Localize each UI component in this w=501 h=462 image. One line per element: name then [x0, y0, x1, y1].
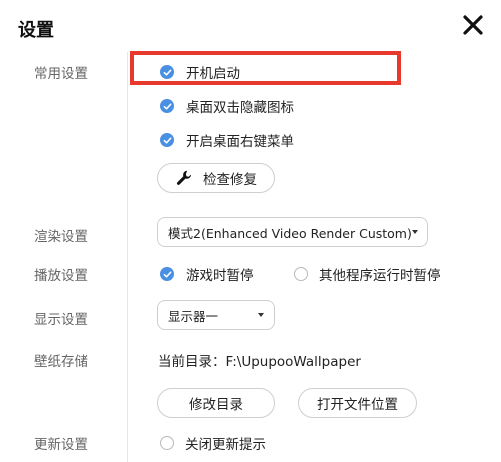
game-pause-label: 游戏时暂停 [186, 268, 254, 284]
change-dir-label: 修改目录 [189, 397, 243, 413]
game-pause-checkbox[interactable]: 游戏时暂停 [160, 264, 254, 284]
other-pause-checkbox[interactable]: 其他程序运行时暂停 [294, 264, 441, 284]
check-icon [160, 267, 174, 281]
chevron-down-icon [411, 230, 418, 234]
unchecked-circle-icon [160, 436, 174, 450]
repair-button[interactable]: 检查修复 [157, 163, 275, 193]
close-update-tips-checkbox[interactable]: 关闭更新提示 [160, 433, 266, 453]
current-dir-value: F:\UpupooWallpaper [225, 354, 361, 370]
render-mode-select[interactable]: 模式2(Enhanced Video Render Custom) [157, 217, 428, 247]
check-icon [160, 99, 174, 113]
window-title: 设置 [18, 20, 54, 41]
check-icon [160, 133, 174, 147]
close-x-icon [463, 15, 483, 35]
section-label-render: 渲染设置 [34, 229, 88, 245]
change-dir-button[interactable]: 修改目录 [157, 388, 275, 418]
sidebar-divider [127, 52, 128, 462]
section-label-update: 更新设置 [34, 437, 88, 453]
section-label-playback: 播放设置 [34, 268, 88, 284]
highlight-annotation [130, 51, 401, 85]
current-dir-label: 当前目录： [158, 354, 226, 370]
context-menu-label: 开启桌面右键菜单 [186, 134, 294, 150]
context-menu-checkbox[interactable]: 开启桌面右键菜单 [160, 130, 294, 150]
repair-button-label: 检查修复 [203, 172, 257, 188]
unchecked-circle-icon [294, 267, 308, 281]
chevron-down-icon [258, 313, 264, 317]
other-pause-label: 其他程序运行时暂停 [319, 268, 441, 284]
doubleclick-hide-label: 桌面双击隐藏图标 [186, 100, 294, 116]
render-mode-value: 模式2(Enhanced Video Render Custom) [168, 225, 412, 241]
section-label-display: 显示设置 [34, 312, 88, 328]
open-location-label: 打开文件位置 [317, 397, 398, 413]
close-update-tips-label: 关闭更新提示 [185, 437, 266, 453]
close-button[interactable] [462, 14, 484, 36]
display-value: 显示器一 [168, 308, 219, 324]
doubleclick-hide-checkbox[interactable]: 桌面双击隐藏图标 [160, 96, 294, 116]
open-location-button[interactable]: 打开文件位置 [298, 388, 417, 418]
display-select[interactable]: 显示器一 [157, 300, 275, 330]
current-dir: 当前目录：F:\UpupooWallpaper [158, 350, 361, 370]
section-label-common: 常用设置 [34, 66, 88, 82]
wrench-icon [176, 170, 192, 185]
section-label-storage: 壁纸存储 [34, 354, 88, 370]
